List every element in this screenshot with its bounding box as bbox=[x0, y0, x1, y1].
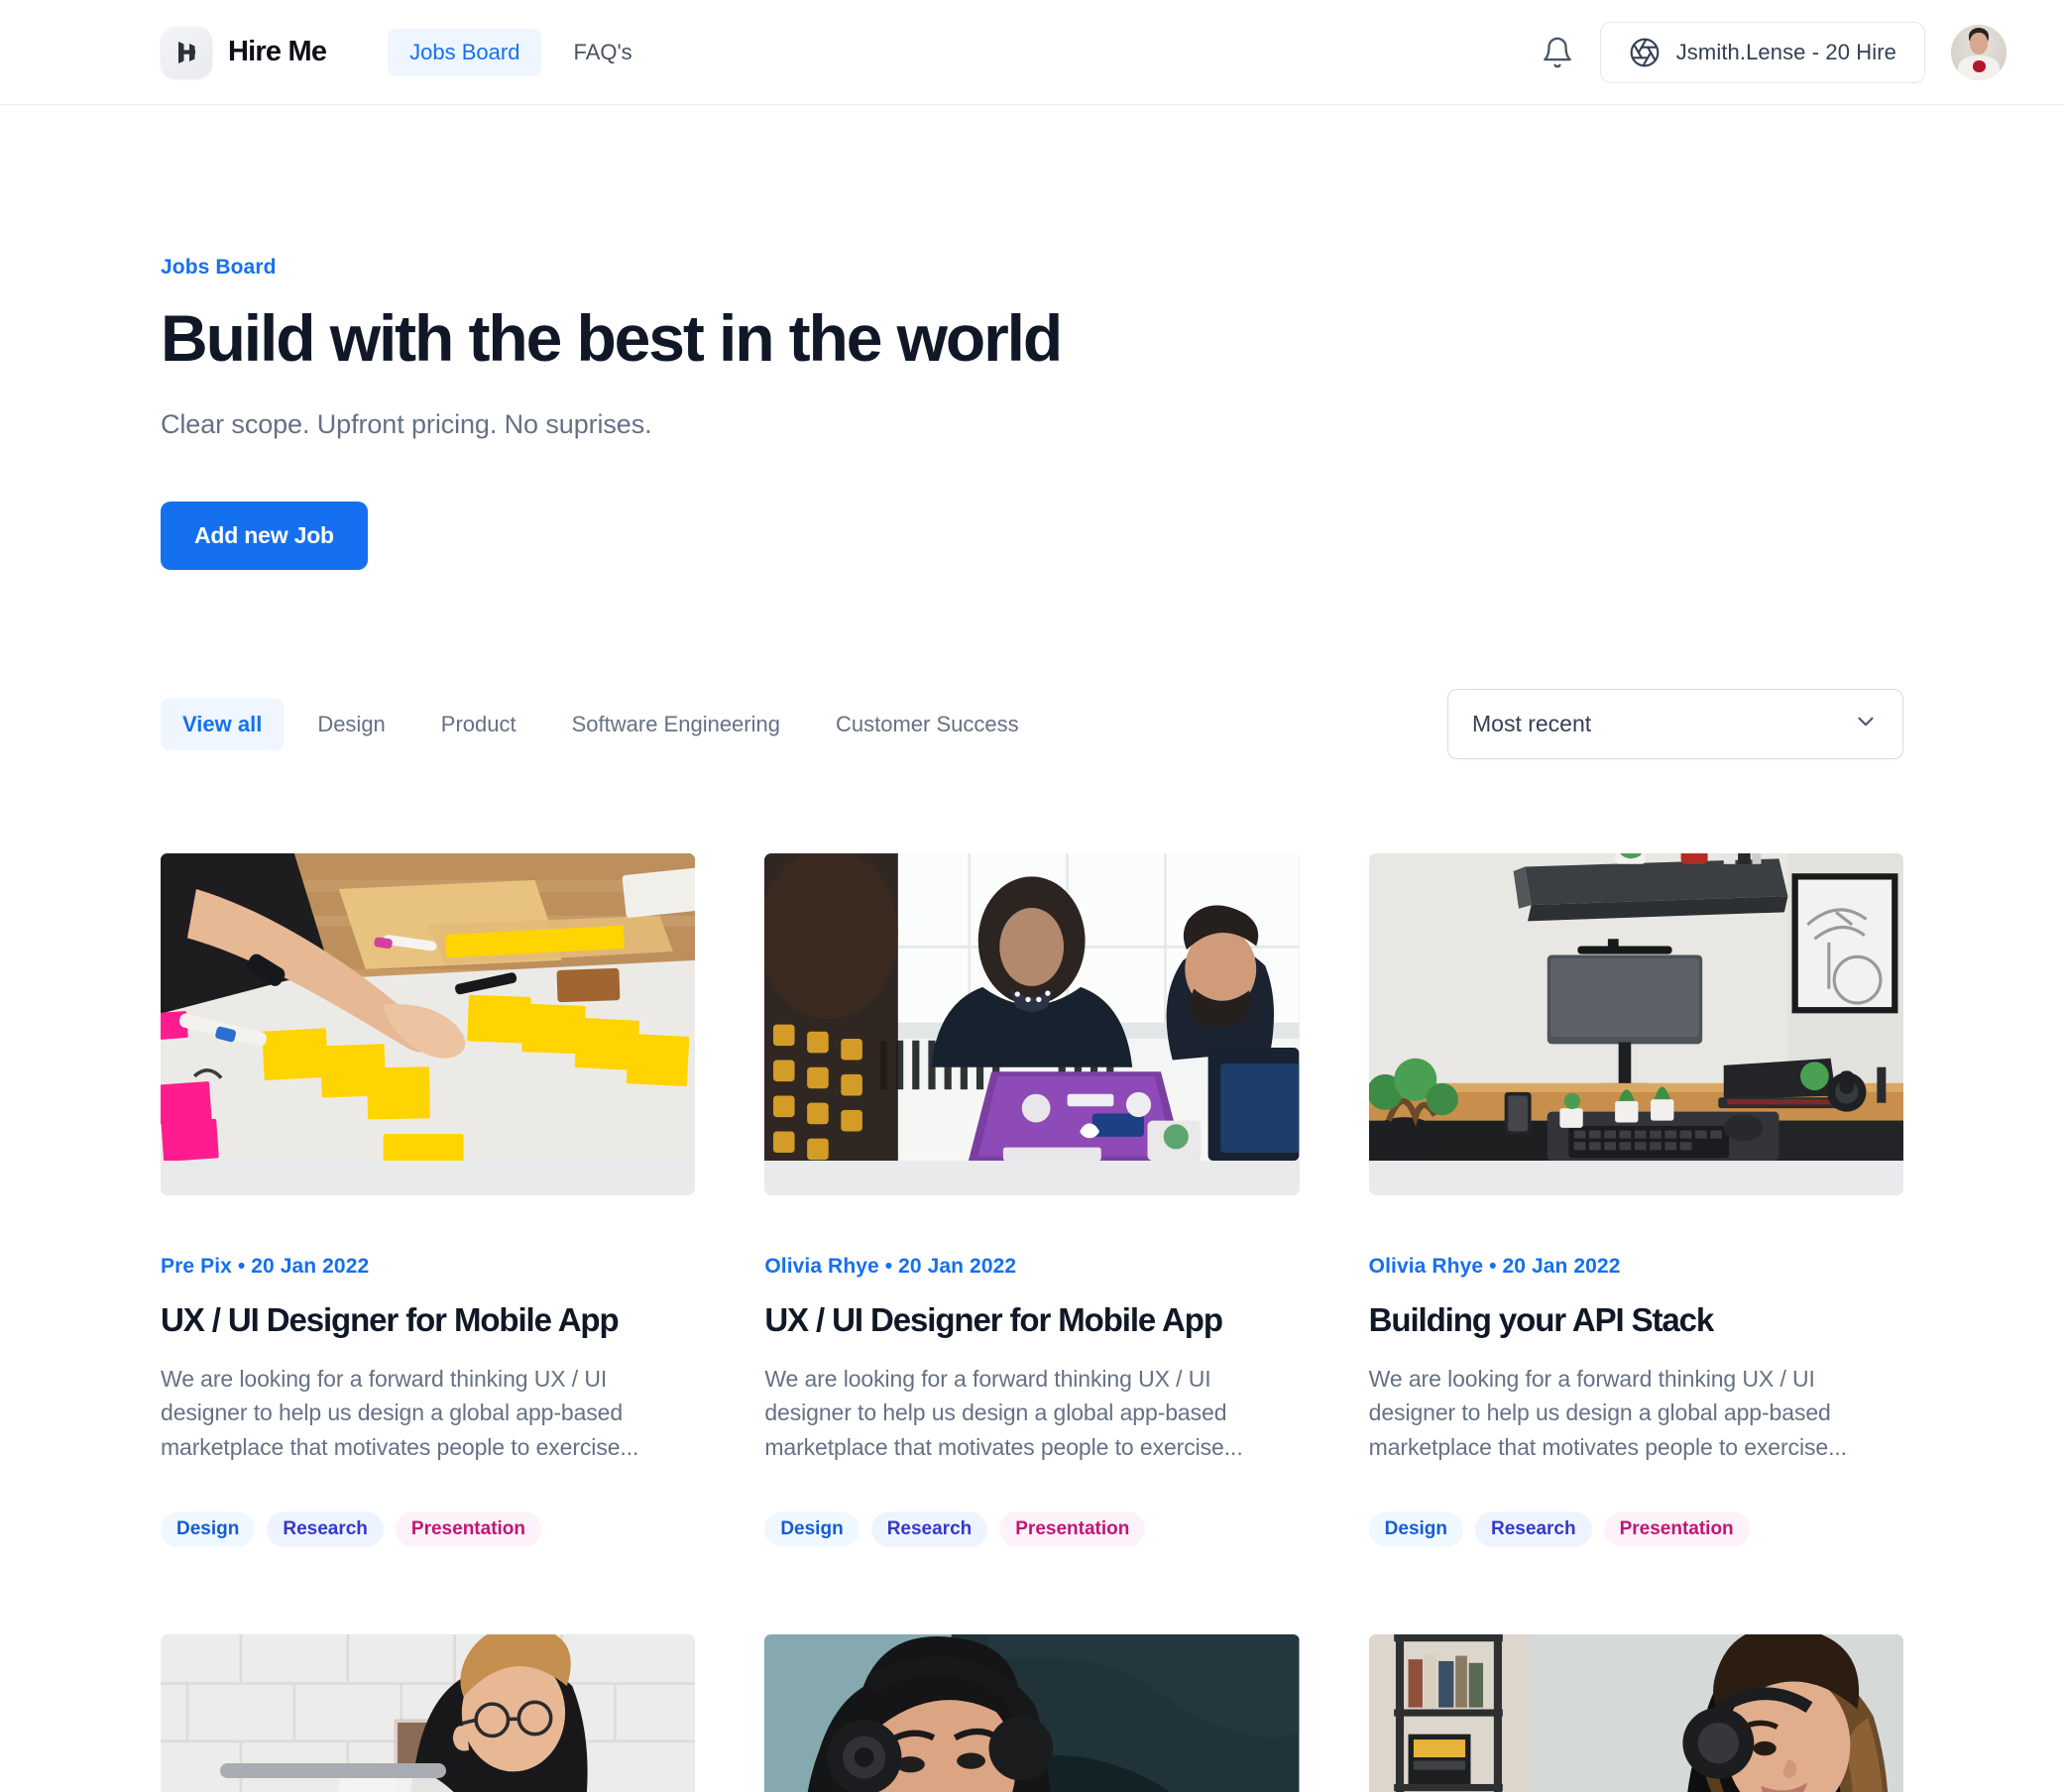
sort-select[interactable]: Most recent bbox=[1447, 689, 1903, 760]
job-card-meta: Pre Pix • 20 Jan 2022 bbox=[161, 1255, 370, 1279]
notification-bell-icon[interactable] bbox=[1541, 36, 1574, 69]
job-card-tags: Design Research Presentation bbox=[161, 1512, 695, 1548]
job-card[interactable]: Olivia Rhye • 20 Jan 2022 UX / UI Design… bbox=[764, 853, 1300, 1548]
page-title: Build with the best in the world bbox=[161, 301, 1063, 375]
aperture-icon bbox=[1629, 37, 1661, 68]
job-card-thumbnail[interactable] bbox=[1368, 853, 1903, 1196]
job-card-thumbnail[interactable] bbox=[764, 853, 1300, 1196]
job-card[interactable] bbox=[1368, 1634, 1903, 1792]
hire-me-h-logo-icon bbox=[161, 26, 212, 78]
tag-research[interactable]: Research bbox=[1475, 1512, 1592, 1548]
tag-research[interactable]: Research bbox=[870, 1512, 988, 1548]
job-card-thumbnail[interactable] bbox=[161, 853, 696, 1196]
nav-item-jobs-board[interactable]: Jobs Board bbox=[388, 28, 542, 76]
job-card-description: We are looking for a forward thinking UX… bbox=[764, 1365, 1243, 1460]
chevron-down-icon bbox=[1853, 709, 1879, 739]
tag-design[interactable]: Design bbox=[764, 1512, 860, 1548]
main-nav: Jobs Board FAQ's bbox=[388, 28, 654, 76]
page-body: Jobs Board Build with the best in the wo… bbox=[0, 256, 2064, 1792]
tab-customer-success[interactable]: Customer Success bbox=[814, 699, 1041, 750]
tab-software-engineering[interactable]: Software Engineering bbox=[550, 699, 802, 750]
tag-presentation[interactable]: Presentation bbox=[395, 1512, 542, 1548]
horizontal-scrollbar[interactable] bbox=[220, 1763, 446, 1778]
job-card-tags: Design Research Presentation bbox=[1368, 1512, 1903, 1548]
job-card-grid: Pre Pix • 20 Jan 2022 UX / UI Designer f… bbox=[161, 853, 1903, 1792]
job-card[interactable] bbox=[764, 1634, 1300, 1792]
sort-select-value: Most recent bbox=[1472, 711, 1592, 737]
job-card-tags: Design Research Presentation bbox=[764, 1512, 1299, 1548]
job-card-title[interactable]: UX / UI Designer for Mobile App bbox=[161, 1300, 695, 1340]
brand-name: Hire Me bbox=[228, 36, 327, 67]
tag-design[interactable]: Design bbox=[1368, 1512, 1464, 1548]
job-card-meta: Olivia Rhye • 20 Jan 2022 bbox=[1368, 1255, 1621, 1279]
job-card-title[interactable]: UX / UI Designer for Mobile App bbox=[764, 1300, 1299, 1340]
brand-logo[interactable]: Hire Me bbox=[161, 26, 327, 78]
job-card-description: We are looking for a forward thinking UX… bbox=[161, 1365, 639, 1460]
job-card-description: We are looking for a forward thinking UX… bbox=[1368, 1365, 1847, 1460]
job-card-title[interactable]: Building your API Stack bbox=[1369, 1300, 1903, 1340]
tab-view-all[interactable]: View all bbox=[161, 698, 285, 750]
breadcrumb: Jobs Board bbox=[161, 256, 277, 279]
job-card-thumbnail[interactable] bbox=[764, 1634, 1300, 1792]
job-card[interactable]: Pre Pix • 20 Jan 2022 UX / UI Designer f… bbox=[161, 853, 696, 1548]
tag-design[interactable]: Design bbox=[161, 1512, 256, 1548]
add-new-job-button[interactable]: Add new Job bbox=[161, 502, 368, 571]
page-subtitle: Clear scope. Upfront pricing. No suprise… bbox=[161, 409, 652, 440]
user-avatar[interactable] bbox=[1951, 24, 2007, 80]
tag-research[interactable]: Research bbox=[267, 1512, 384, 1548]
nav-item-faqs[interactable]: FAQ's bbox=[551, 29, 653, 76]
tab-design[interactable]: Design bbox=[295, 699, 406, 750]
tab-product[interactable]: Product bbox=[419, 699, 538, 750]
top-navigation-bar: Hire Me Jobs Board FAQ's Jsmith.Lense - … bbox=[0, 0, 2064, 105]
tag-presentation[interactable]: Presentation bbox=[999, 1512, 1146, 1548]
job-card-meta: Olivia Rhye • 20 Jan 2022 bbox=[764, 1255, 1017, 1279]
job-card[interactable]: Olivia Rhye • 20 Jan 2022 Building your … bbox=[1368, 853, 1903, 1548]
account-chip[interactable]: Jsmith.Lense - 20 Hire bbox=[1599, 21, 1925, 83]
header-actions: Jsmith.Lense - 20 Hire bbox=[1541, 21, 2007, 83]
account-name-label: Jsmith.Lense - 20 Hire bbox=[1675, 39, 1896, 64]
job-card-thumbnail[interactable] bbox=[1368, 1634, 1903, 1792]
category-tabs: View all Design Product Software Enginee… bbox=[161, 698, 1041, 750]
filter-toolbar: View all Design Product Software Enginee… bbox=[161, 689, 1903, 760]
tag-presentation[interactable]: Presentation bbox=[1603, 1512, 1750, 1548]
